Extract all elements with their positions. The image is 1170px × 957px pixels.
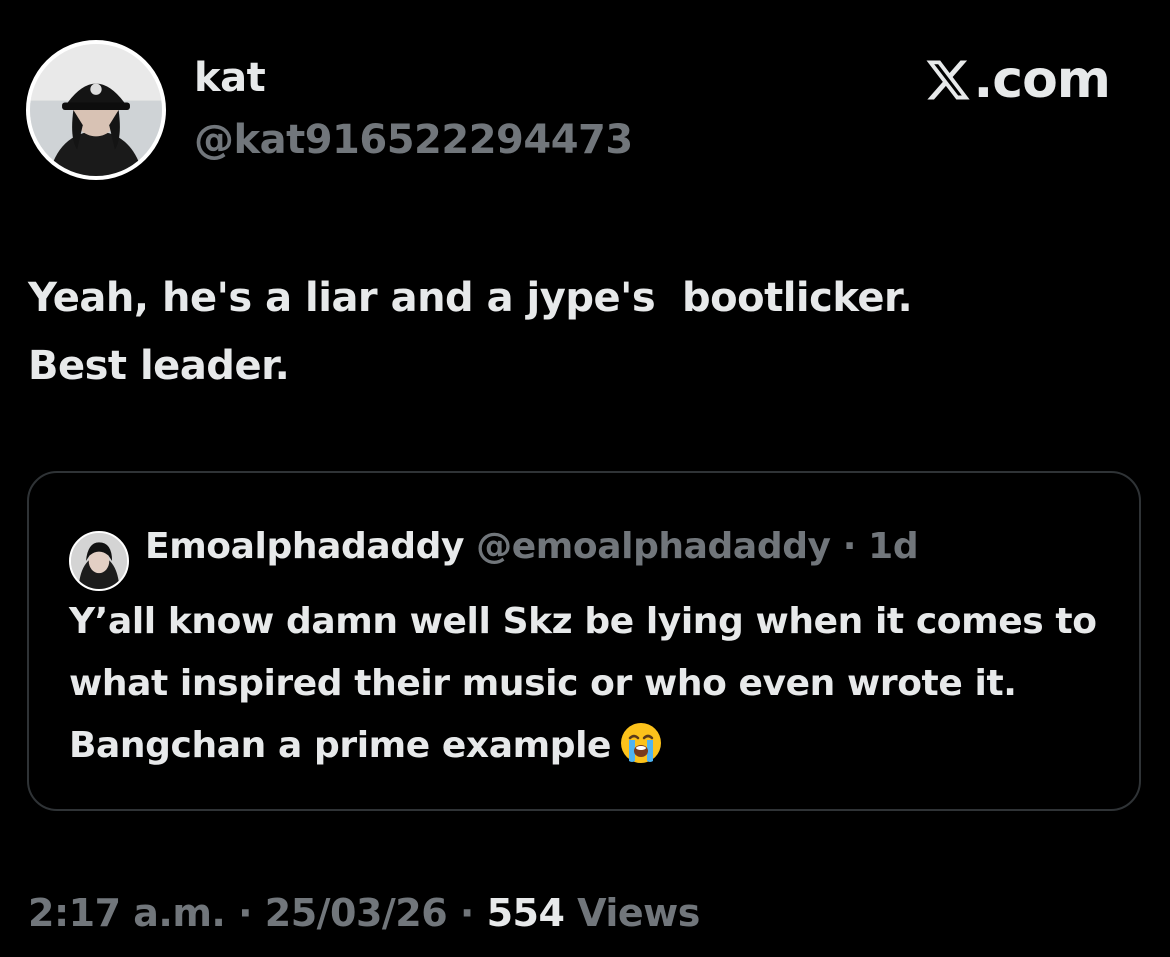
quoted-avatar-photo [71, 533, 127, 589]
quoted-tweet-header: Emoalphadaddy @emoalphadaddy · 1d [145, 523, 919, 571]
tweet-date[interactable]: 25/03/26 [265, 891, 448, 935]
quoted-handle[interactable]: @emoalphadaddy [476, 526, 831, 567]
tweet-time[interactable]: 2:17 a.m. [28, 891, 226, 935]
author-display-name[interactable]: kat [194, 52, 266, 104]
quoted-tweet-text: Y’all know damn well Skz be lying when i… [69, 591, 1109, 777]
avatar-photo [30, 44, 162, 176]
author-handle[interactable]: @kat916522294473 [194, 114, 633, 166]
views-count: 554 [486, 891, 565, 935]
x-brand-logo: .com [922, 52, 1111, 108]
tweet-text-line-2: Best leader. [28, 343, 290, 389]
tweet-text-line-1: Yeah, he's a liar and a jype's bootlicke… [28, 275, 913, 321]
quoted-tweet-body: Y’all know damn well Skz be lying when i… [69, 601, 1097, 766]
tweet-metadata: 2:17 a.m. · 25/03/26 · 554 Views [28, 888, 700, 938]
quoted-display-name[interactable]: Emoalphadaddy [145, 526, 464, 567]
quoted-separator: · [830, 526, 869, 567]
loudly-crying-face-icon [619, 721, 663, 765]
tweet-card: kat @kat916522294473 .com Yeah, he's a l… [0, 0, 1170, 957]
author-avatar[interactable] [26, 40, 166, 180]
x-logo-icon [926, 60, 970, 100]
quoted-author-avatar[interactable] [69, 531, 129, 591]
quoted-tweet-card[interactable]: Emoalphadaddy @emoalphadaddy · 1d Y’all … [27, 471, 1141, 811]
quoted-timestamp[interactable]: 1d [868, 526, 918, 567]
meta-separator: · [225, 891, 265, 935]
tweet-text: Yeah, he's a liar and a jype's bootlicke… [28, 264, 1138, 400]
views-label: Views [564, 891, 700, 935]
x-logo-text: .com [973, 50, 1111, 110]
meta-separator: · [447, 891, 487, 935]
